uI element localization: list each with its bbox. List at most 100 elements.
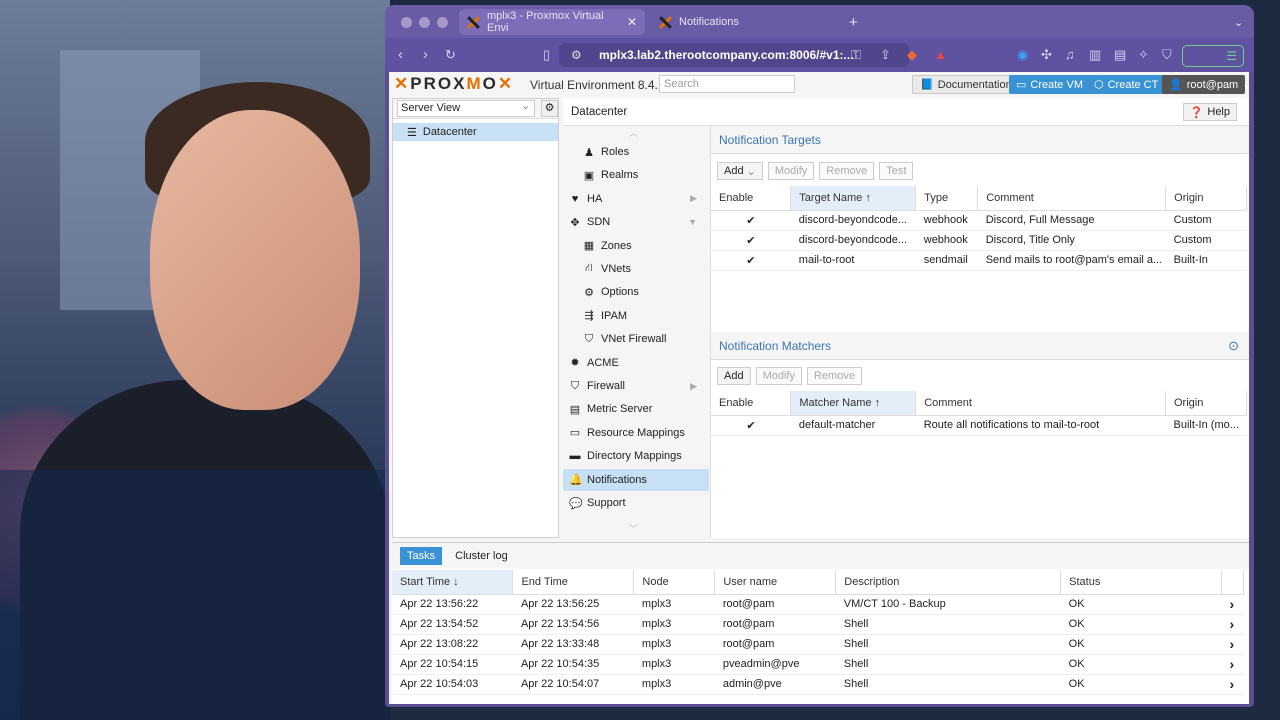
menu-button[interactable]: ☰ [1182,45,1244,67]
share-icon[interactable]: ⇪ [880,47,891,63]
menu-item-resource-mappings[interactable]: ▭ Resource Mappings [563,422,709,444]
menu-item-notifications[interactable]: 🔔 Notifications [563,468,709,491]
table-row[interactable]: Apr 22 13:54:52 Apr 22 13:54:56 mplx3 root@… [392,614,1244,635]
tab-list-chevron-icon[interactable]: ⌄ [1230,9,1250,35]
create-ct-button[interactable]: ⬡ Create CT [1087,75,1166,94]
table-row[interactable]: ✔ default-matcher Route all notifications … [711,415,1247,436]
menu-item-directory-mappings[interactable]: ▬ Directory Mappings [563,445,709,467]
column-header[interactable]: Comment [915,391,1166,416]
menu-item-ha[interactable]: ♥ HA ▶ [563,188,709,210]
tab-tasks[interactable]: Tasks [400,547,443,565]
menu-item-label: Metric Server [587,403,653,416]
menu-item-ipam[interactable]: ⇶ IPAM [563,305,709,327]
table-row[interactable]: ✔ discord-beyondcode... webhook Discord, Ti… [711,230,1247,251]
column-header[interactable]: Comment [977,186,1167,211]
menu-item-roles[interactable]: ♟ Roles [563,141,709,163]
add-label: Add [724,165,744,177]
window-close-dot[interactable] [401,17,412,28]
forward-icon[interactable]: › [423,46,428,63]
targets-remove-button[interactable]: Remove [819,162,875,180]
help-button[interactable]: ❓ Help [1182,103,1237,121]
column-header[interactable]: Type [915,186,979,211]
menu-item-zones[interactable]: ▦ Zones [563,235,709,257]
puzzle-icon[interactable]: ✣ [1041,47,1052,63]
table-row[interactable]: ✔ mail-to-root sendmail Send mails to root@… [711,250,1247,271]
window-minimize-dot[interactable] [419,17,430,28]
scroll-down-icon[interactable]: ﹀ [629,522,638,535]
column-header[interactable]: User name [714,570,837,595]
column-header[interactable]: Enable [711,391,792,416]
menu-item-label: ACME [587,356,619,369]
targets-add-button[interactable]: Add ⌄ [717,162,763,180]
brave-shields-icon[interactable]: ◆ [907,47,917,63]
window-zoom-dot[interactable] [437,17,448,28]
bookmark-icon[interactable]: ▯ [543,47,550,63]
menu-item-acme[interactable]: ✹ ACME [563,352,709,374]
row-detail-chevron-icon[interactable]: › [1221,594,1244,615]
menu-item-metric-server[interactable]: ▤ Metric Server [563,398,709,420]
reload-icon[interactable]: ↻ [445,47,456,63]
menu-item-options[interactable]: ⚙ Options [563,281,709,303]
column-header[interactable]: Status [1060,570,1222,595]
gear-icon[interactable]: ⚙ [541,100,558,117]
scroll-up-icon[interactable]: ︿ [629,126,638,139]
matchers-modify-button[interactable]: Modify [755,367,802,385]
back-icon[interactable]: ‹ [398,46,403,63]
sidebar-icon[interactable]: ▥ [1089,47,1101,63]
extension-icon[interactable]: ◉ [1017,47,1028,63]
collapse-icon[interactable]: ⊙ [1228,338,1239,354]
create-vm-button[interactable]: ▭ Create VM [1009,75,1090,94]
site-settings-icon[interactable]: ⚙ [571,48,582,62]
table-row[interactable]: Apr 22 10:54:15 Apr 22 10:54:35 mplx3 pvead… [392,654,1244,675]
table-row[interactable]: Apr 22 13:08:22 Apr 22 13:33:48 mplx3 root@… [392,634,1244,655]
cell-origin: Custom [1165,230,1247,251]
expand-down-icon[interactable]: ▼ [688,217,697,227]
user-menu-button[interactable]: 👤 root@pam ⌄ [1162,75,1251,94]
expand-right-icon[interactable]: ▶ [690,381,697,392]
documentation-button[interactable]: 📘 Documentation [912,75,1020,94]
matchers-remove-button[interactable]: Remove [806,367,862,385]
column-header[interactable]: Origin [1165,391,1247,416]
menu-item-sdn[interactable]: ✥ SDN ▼ [563,211,709,233]
password-key-icon[interactable]: ⚿ [851,47,861,63]
cell-desc: Shell [835,634,1061,655]
table-row[interactable]: ✔ discord-beyondcode... webhook Discord, Fu… [711,210,1247,231]
menu-item-firewall[interactable]: ⛉ Firewall ▶ [563,375,709,397]
wallet-icon[interactable]: ▤ [1114,47,1126,63]
column-header[interactable]: Description [835,570,1062,595]
table-row[interactable]: Apr 22 13:56:22 Apr 22 13:56:25 mplx3 root@… [392,594,1244,615]
tab-cluster-log[interactable]: Cluster log [448,547,515,565]
music-icon[interactable]: ♫ [1065,47,1075,62]
row-detail-chevron-icon[interactable]: › [1221,654,1244,675]
menu-item-realms[interactable]: ▣ Realms [563,164,709,186]
menu-item-label: HA [587,192,603,205]
row-detail-chevron-icon[interactable]: › [1221,674,1244,695]
search-input[interactable]: Search [659,75,795,93]
table-row[interactable]: Apr 22 10:54:03 Apr 22 10:54:07 mplx3 admin… [392,674,1244,695]
matchers-add-button[interactable]: Add [717,367,751,385]
column-header[interactable]: Start Time ↓ [392,570,514,595]
column-header[interactable]: Node [633,570,716,595]
column-header[interactable]: Target Name ↑ [790,186,917,211]
leo-icon[interactable]: ✧ [1138,47,1149,63]
browser-tab-notifications[interactable]: Notifications [651,9,841,35]
brave-rewards-icon[interactable]: ▲ [934,47,947,62]
menu-item-support[interactable]: 💬 Support [563,492,709,514]
browser-tab-proxmox[interactable]: mplx3 - Proxmox Virtual Envi ✕ [459,9,645,35]
column-header[interactable]: Origin [1165,186,1247,211]
column-header[interactable]: End Time [512,570,635,595]
expand-right-icon[interactable]: ▶ [690,193,697,204]
targets-test-button[interactable]: Test [879,162,914,180]
column-header[interactable]: Enable [711,186,792,211]
tree-item-datacenter[interactable]: ☰ Datacenter [393,123,558,141]
close-tab-icon[interactable]: ✕ [627,15,637,29]
vpn-icon[interactable]: ⛉ [1162,47,1172,63]
targets-modify-button[interactable]: Modify [767,162,815,180]
menu-item-vnets[interactable]: ⛙ VNets [563,258,709,280]
menu-item-vnet-firewall[interactable]: ⛉ VNet Firewall [563,328,709,350]
column-header[interactable]: Matcher Name ↑ [790,391,917,416]
row-detail-chevron-icon[interactable]: › [1221,614,1244,635]
row-detail-chevron-icon[interactable]: › [1221,634,1244,655]
new-tab-icon[interactable]: + [845,9,867,35]
view-selector[interactable]: Server View [397,99,536,117]
